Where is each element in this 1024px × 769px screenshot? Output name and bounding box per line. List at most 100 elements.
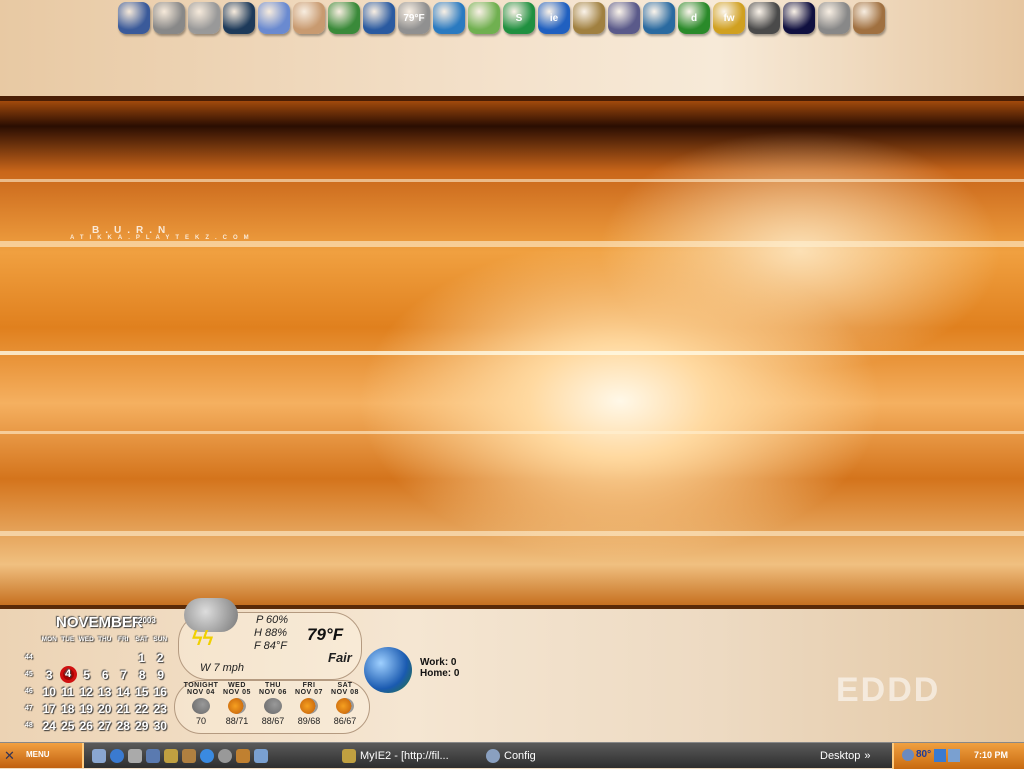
s-app-icon[interactable]: S [503, 2, 535, 34]
clock[interactable]: 7:10 PM [974, 750, 1008, 760]
partly-sunny-icon [228, 698, 246, 714]
calendar-week: 47 17 18 19 20 21 22 23 [20, 700, 170, 717]
calendar-day[interactable]: 29 [133, 719, 152, 733]
forecast-day: SAT NOV 08 86/67 [326, 682, 364, 726]
week-number: 48 [25, 722, 33, 729]
network-icon[interactable] [328, 2, 360, 34]
safari-icon[interactable] [433, 2, 465, 34]
fireworks-icon[interactable]: fw [713, 2, 745, 34]
calendar-day[interactable]: 23 [151, 702, 170, 716]
feels-like: F 84°F [254, 640, 287, 652]
package-icon[interactable] [293, 2, 325, 34]
weather-icon[interactable]: 79°F [398, 2, 430, 34]
chevron-icon[interactable]: » [864, 750, 870, 762]
calendar-day[interactable]: 12 [77, 685, 96, 699]
contacts-icon[interactable] [748, 2, 780, 34]
paint-icon[interactable] [363, 2, 395, 34]
calendar-day[interactable]: 22 [133, 702, 152, 716]
chat-icon[interactable] [254, 749, 268, 763]
winamp-icon[interactable] [182, 749, 196, 763]
calendar-day[interactable]: 16 [151, 685, 170, 699]
wind: W 7 mph [200, 662, 245, 674]
week-number: 47 [25, 705, 33, 712]
forecast-temp: 86/67 [333, 716, 357, 726]
recycle-icon[interactable] [153, 2, 185, 34]
keys-icon[interactable] [573, 2, 605, 34]
forecast-day-name: THU [265, 682, 281, 689]
calendar-day[interactable]: 21 [114, 702, 133, 716]
calendar-day[interactable]: 8 [133, 668, 152, 682]
calendar-day[interactable]: 15 [133, 685, 152, 699]
calendar-day[interactable]: 3 [40, 668, 59, 682]
quick-launch [92, 747, 268, 765]
calendar-day[interactable]: 11 [59, 685, 78, 699]
desktop-label: Desktop [820, 750, 861, 762]
weather-tray-icon[interactable] [902, 749, 914, 761]
mail-icon[interactable] [188, 2, 220, 34]
calendar-day[interactable]: 6 [96, 668, 115, 682]
calendar-day[interactable]: 1 [133, 651, 152, 665]
ie-icon[interactable] [110, 749, 124, 763]
calendar-day[interactable]: 26 [77, 719, 96, 733]
calendar-day[interactable]: 13 [96, 685, 115, 699]
users-icon[interactable] [934, 749, 946, 762]
calendar-day[interactable]: 14 [114, 685, 133, 699]
calendar-day[interactable]: 2 [151, 651, 170, 665]
player-icon[interactable] [608, 2, 640, 34]
tray-temp: 80° [916, 749, 932, 760]
weekday-label: TUE [61, 636, 75, 643]
calendar-day[interactable]: 18 [59, 702, 78, 716]
calendar-day[interactable]: 19 [77, 702, 96, 716]
storm-icon [192, 698, 210, 714]
desktop-toolbar[interactable]: Desktop » [820, 747, 870, 765]
menu-logo-icon: ✕ [4, 748, 15, 763]
calendar-day[interactable]: 27 [96, 719, 115, 733]
calendar-day[interactable]: 5 [78, 668, 97, 682]
calendar-day[interactable]: 7 [115, 668, 134, 682]
weekday-label: SAT [135, 636, 149, 643]
calendar-day[interactable]: 24 [40, 719, 59, 733]
book-icon[interactable] [236, 749, 250, 763]
photos-icon[interactable] [258, 2, 290, 34]
clipboard-icon[interactable] [853, 2, 885, 34]
weekday-label: THU [98, 636, 112, 643]
mail-work-count: Work: 0 [420, 657, 457, 668]
calendar-day[interactable]: 17 [40, 702, 59, 716]
forecast-day-name: SAT [337, 682, 353, 689]
task-myie2[interactable]: MyIE2 - [http://fil... [342, 747, 474, 765]
internet-explorer-icon[interactable]: ie [538, 2, 570, 34]
calendar-day[interactable]: 25 [59, 719, 78, 733]
calendar-week: 46 10 11 12 13 14 15 16 [20, 683, 170, 700]
my-computer-icon[interactable] [118, 2, 150, 34]
forecast-day: TONIGHT NOV 04 70 [182, 682, 220, 726]
explorer-icon[interactable] [128, 749, 142, 763]
forecast-day-name: WED [228, 682, 246, 689]
menu-button[interactable]: ✕ MENU [0, 743, 84, 768]
calendar-today[interactable]: 4 [59, 666, 77, 683]
itunes-icon[interactable] [468, 2, 500, 34]
calendar-day[interactable]: 30 [151, 719, 170, 733]
mail-globe-icon[interactable] [364, 647, 412, 693]
calculator-icon[interactable] [818, 2, 850, 34]
mail-home-count: Home: 0 [420, 668, 460, 679]
database-icon[interactable] [223, 2, 255, 34]
calendar-day[interactable]: 28 [114, 719, 133, 733]
desktop-icon[interactable] [92, 749, 106, 763]
app-icon[interactable] [146, 749, 160, 763]
calendar-day[interactable]: 20 [96, 702, 115, 716]
forecast-temp: 89/68 [297, 716, 321, 726]
calendar-day[interactable]: 10 [40, 685, 59, 699]
terminal-icon[interactable] [783, 2, 815, 34]
forecast-temp: 88/67 [261, 716, 285, 726]
storm-icon [264, 698, 282, 714]
dreamweaver-icon[interactable]: d [678, 2, 710, 34]
tools-icon[interactable] [643, 2, 675, 34]
s-icon[interactable] [218, 749, 232, 763]
calendar-day[interactable]: 9 [152, 668, 171, 682]
task-config[interactable]: Config [486, 747, 536, 765]
network-icon[interactable] [948, 749, 960, 762]
drop-icon[interactable] [200, 749, 214, 763]
forecast-temp: 70 [195, 716, 206, 726]
tool-icon[interactable] [164, 749, 178, 763]
forecast-day-name: TONIGHT [183, 682, 219, 689]
